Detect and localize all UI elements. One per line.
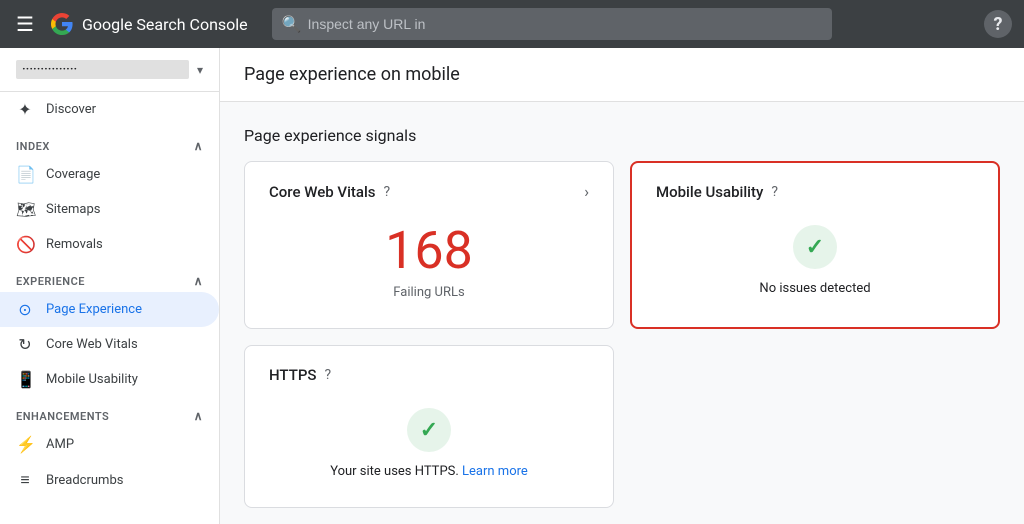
https-card-content: ✓ Your site uses HTTPS. Learn more xyxy=(269,400,589,487)
https-title-wrap: HTTPS ? xyxy=(269,366,331,384)
discover-icon: ✦ xyxy=(16,100,34,119)
sidebar: ··············· ▾ ✦ Discover Index ∧ 📄 C… xyxy=(0,48,220,524)
sidebar-item-discover[interactable]: ✦ Discover xyxy=(0,92,219,127)
core-web-vitals-help-icon[interactable]: ? xyxy=(384,184,391,200)
failing-urls-number: 168 xyxy=(385,225,473,277)
sidebar-section-enhancements: Enhancements ∧ xyxy=(0,397,219,427)
sidebar-section-index: Index ∧ xyxy=(0,127,219,157)
url-search-input[interactable] xyxy=(272,8,832,40)
core-web-vitals-title-wrap: Core Web Vitals ? xyxy=(269,183,390,201)
sidebar-removals-label: Removals xyxy=(46,237,103,252)
sidebar-amp-label: AMP xyxy=(46,437,74,452)
sidebar-item-amp[interactable]: ⚡ AMP xyxy=(0,427,219,462)
menu-icon[interactable]: ☰ xyxy=(12,8,38,40)
property-name: ··············· xyxy=(16,60,189,79)
sidebar-item-sitemaps[interactable]: 🗺 Sitemaps xyxy=(0,192,219,227)
content-body: Page experience signals Core Web Vitals … xyxy=(220,102,1024,524)
sidebar-item-page-experience[interactable]: ⊙ Page Experience xyxy=(0,292,219,327)
mobile-usability-icon: 📱 xyxy=(16,370,34,389)
app-name-label: Google Search Console xyxy=(82,15,248,34)
breadcrumbs-icon: ≡ xyxy=(16,470,34,490)
signals-grid: Core Web Vitals ? › 168 Failing URLs M xyxy=(244,161,1000,508)
mobile-usability-help-icon[interactable]: ? xyxy=(771,184,778,200)
sidebar-breadcrumbs-label: Breadcrumbs xyxy=(46,473,123,488)
https-learn-more-link[interactable]: Learn more xyxy=(462,464,528,479)
sidebar-section-experience: Experience ∧ xyxy=(0,262,219,292)
removals-icon: 🚫 xyxy=(16,235,34,254)
mobile-usability-card-header: Mobile Usability ? xyxy=(656,183,974,201)
google-logo-icon xyxy=(50,12,74,36)
coverage-icon: 📄 xyxy=(16,165,34,184)
sidebar-item-core-web-vitals[interactable]: ↻ Core Web Vitals xyxy=(0,327,219,362)
experience-toggle-icon[interactable]: ∧ xyxy=(194,274,203,288)
core-web-vitals-icon: ↻ xyxy=(16,335,34,354)
mobile-usability-card: Mobile Usability ? ✓ No issues detected xyxy=(630,161,1000,329)
https-label-prefix: Your site uses HTTPS. xyxy=(330,464,459,479)
https-check-icon: ✓ xyxy=(420,418,438,443)
https-check-circle: ✓ xyxy=(407,408,451,452)
sitemaps-icon: 🗺 xyxy=(16,200,34,219)
main-layout: ··············· ▾ ✦ Discover Index ∧ 📄 C… xyxy=(0,48,1024,524)
core-web-vitals-chevron-icon[interactable]: › xyxy=(584,182,589,201)
sidebar-item-breadcrumbs[interactable]: ≡ Breadcrumbs xyxy=(0,462,219,498)
sidebar-page-experience-label: Page Experience xyxy=(46,302,142,317)
amp-icon: ⚡ xyxy=(16,435,34,454)
signals-title: Page experience signals xyxy=(244,126,1000,145)
content-header: Page experience on mobile xyxy=(220,48,1024,102)
core-web-vitals-card-header: Core Web Vitals ? › xyxy=(269,182,589,201)
failing-urls-label: Failing URLs xyxy=(393,285,464,300)
help-button[interactable]: ? xyxy=(984,10,1012,38)
https-card-title: HTTPS xyxy=(269,366,316,384)
core-web-vitals-card: Core Web Vitals ? › 168 Failing URLs xyxy=(244,161,614,329)
sidebar-core-web-vitals-label: Core Web Vitals xyxy=(46,337,138,352)
enhancements-toggle-icon[interactable]: ∧ xyxy=(194,409,203,423)
topbar: ☰ Google Search Console 🔍 ? xyxy=(0,0,1024,48)
https-card-header: HTTPS ? xyxy=(269,366,589,384)
mobile-usability-check-icon: ✓ xyxy=(806,235,824,260)
app-logo: Google Search Console xyxy=(50,12,248,36)
sidebar-discover-label: Discover xyxy=(46,102,96,117)
core-web-vitals-card-title: Core Web Vitals xyxy=(269,183,376,201)
property-selector[interactable]: ··············· ▾ xyxy=(0,48,219,92)
https-card: HTTPS ? ✓ Your site uses HTTPS. Learn mo… xyxy=(244,345,614,508)
page-title: Page experience on mobile xyxy=(244,64,1000,85)
sidebar-coverage-label: Coverage xyxy=(46,167,100,182)
index-toggle-icon[interactable]: ∧ xyxy=(194,139,203,153)
page-experience-icon: ⊙ xyxy=(16,300,34,319)
sidebar-mobile-usability-label: Mobile Usability xyxy=(46,372,138,387)
search-icon: 🔍 xyxy=(282,15,302,34)
url-search-bar[interactable]: 🔍 xyxy=(272,8,832,40)
mobile-usability-card-title: Mobile Usability xyxy=(656,183,763,201)
content-area: Page experience on mobile Page experienc… xyxy=(220,48,1024,524)
mobile-usability-status: No issues detected xyxy=(759,281,870,296)
sidebar-item-mobile-usability[interactable]: 📱 Mobile Usability xyxy=(0,362,219,397)
sidebar-sitemaps-label: Sitemaps xyxy=(46,202,101,217)
sidebar-item-removals[interactable]: 🚫 Removals xyxy=(0,227,219,262)
mobile-usability-title-wrap: Mobile Usability ? xyxy=(656,183,778,201)
mobile-usability-card-content: ✓ No issues detected xyxy=(656,217,974,304)
mobile-usability-check-circle: ✓ xyxy=(793,225,837,269)
https-status-text: Your site uses HTTPS. Learn more xyxy=(330,464,528,479)
core-web-vitals-card-content: 168 Failing URLs xyxy=(269,217,589,308)
https-help-icon[interactable]: ? xyxy=(324,367,331,383)
sidebar-item-coverage[interactable]: 📄 Coverage xyxy=(0,157,219,192)
property-dropdown-icon: ▾ xyxy=(197,63,203,77)
